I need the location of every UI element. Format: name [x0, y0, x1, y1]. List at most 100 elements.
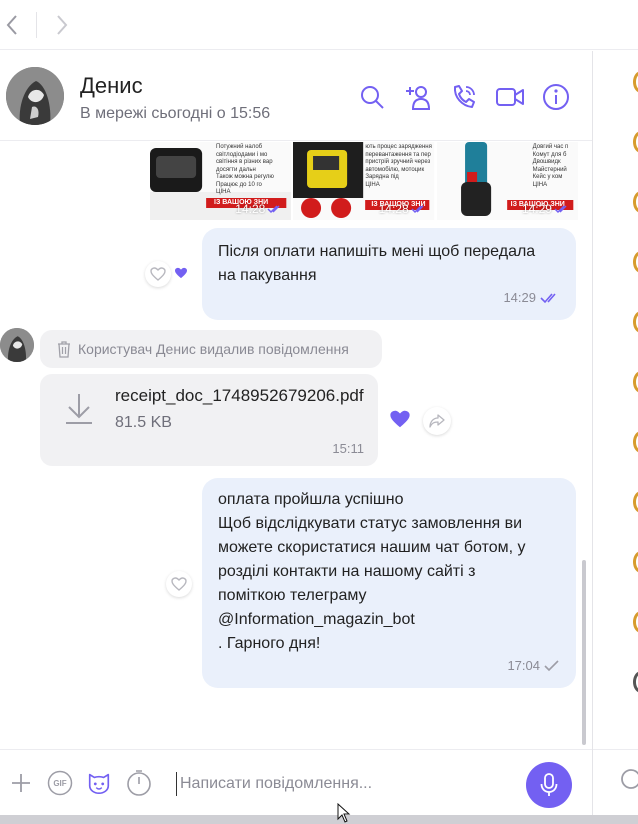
like-button[interactable] — [145, 261, 171, 287]
search-button[interactable] — [356, 81, 388, 113]
image-caption-line: ЦІНА — [532, 181, 548, 188]
conversation-header: Денис В мережі сьогодні о 15:56 — [0, 51, 592, 141]
chat-list-avatar[interactable] — [633, 671, 638, 693]
read-check-icon — [540, 293, 556, 304]
image-time: 14:29 — [522, 202, 570, 216]
back-button[interactable] — [0, 12, 24, 38]
message-text-line: оплата пройшла успішно — [218, 491, 404, 508]
image-time: 14:28 — [235, 202, 283, 216]
message-text-line: Після оплати напишіть мені щоб передала — [218, 243, 536, 260]
message-time-text: 15:11 — [332, 441, 364, 456]
mouse-cursor-icon — [337, 803, 351, 823]
timer-button[interactable] — [126, 770, 152, 796]
deleted-message-notice: Користувач Денис видалив повідомлення — [40, 330, 382, 368]
contact-name[interactable]: Денис — [80, 73, 143, 99]
chat-list-panel — [592, 51, 638, 815]
message-text-line: поміткою телеграму — [218, 587, 367, 604]
video-call-icon — [496, 88, 524, 106]
sender-avatar[interactable] — [0, 328, 34, 362]
chat-list-avatar[interactable] — [633, 71, 638, 93]
message-input[interactable] — [176, 772, 516, 796]
chat-list-avatar[interactable] — [633, 431, 638, 453]
image-time-text: 14:28 — [235, 202, 266, 216]
download-button[interactable] — [64, 392, 94, 431]
top-navigation — [0, 0, 638, 50]
chat-scrollbar[interactable] — [582, 560, 586, 745]
add-participant-icon — [406, 86, 431, 110]
heart-icon — [150, 267, 166, 281]
forward-icon — [57, 15, 68, 35]
voice-message-button[interactable] — [526, 762, 572, 808]
image-time-text: 14:29 — [521, 202, 552, 216]
read-check-icon — [554, 205, 567, 214]
message-composer: GIF — [0, 749, 592, 815]
chat-list-avatar[interactable] — [633, 551, 638, 573]
reaction-indicator[interactable] — [387, 406, 413, 432]
message-time: 15:11 — [332, 441, 364, 456]
nav-separator — [36, 12, 37, 38]
video-call-button[interactable] — [494, 81, 526, 113]
share-button[interactable] — [423, 407, 451, 435]
image-caption-line: Майстерний — [532, 166, 567, 173]
heart-icon — [175, 267, 187, 279]
message-text-line: . Гарного дня! — [218, 635, 321, 652]
message-list[interactable]: Потужний налоб світлодіодами і мо світін… — [0, 142, 592, 748]
chat-list-search-button[interactable] — [619, 767, 638, 796]
chat-list-avatar[interactable] — [633, 311, 638, 333]
info-button[interactable] — [540, 81, 572, 113]
attach-button[interactable] — [8, 770, 34, 796]
sticker-button[interactable] — [86, 770, 112, 796]
avatar-image — [6, 67, 64, 125]
file-name[interactable]: receipt_doc_1748952679206.pdf — [115, 386, 364, 406]
chat-list-avatar[interactable] — [633, 131, 638, 153]
contact-status: В мережі сьогодні о 15:56 — [80, 105, 271, 122]
file-message[interactable]: receipt_doc_1748952679206.pdf 81.5 KB 15… — [40, 374, 378, 466]
file-size: 81.5 KB — [115, 414, 172, 431]
image-caption-line: Зарядна під — [365, 174, 399, 180]
image-time-text: 14:28 — [378, 202, 409, 216]
image-caption-line: Також можна регулю — [216, 174, 274, 180]
message-text-line: розділі контакти на нашому сайті з — [218, 563, 476, 580]
header-actions — [356, 81, 572, 113]
read-check-icon — [267, 205, 280, 214]
image-caption-line: Довгий час п — [532, 144, 569, 150]
info-icon — [543, 84, 569, 110]
chat-list-avatar[interactable] — [633, 371, 638, 393]
chat-list-avatar[interactable] — [633, 251, 638, 273]
reaction-indicator[interactable] — [174, 266, 188, 284]
message-text-line: можете скористатися нашим чат ботом, у — [218, 539, 526, 556]
outgoing-message[interactable]: оплата пройшла успішно Щоб відслідкувати… — [202, 478, 576, 688]
message-time: 17:04 — [507, 654, 560, 678]
chat-list-avatar[interactable] — [633, 611, 638, 633]
contact-avatar[interactable] — [6, 67, 64, 125]
image-time: 14:28 — [379, 202, 427, 216]
search-icon — [361, 86, 384, 109]
panel-divider — [593, 749, 638, 750]
trash-icon — [58, 341, 70, 358]
call-icon — [453, 85, 475, 108]
forward-button[interactable] — [50, 12, 74, 38]
gif-button[interactable]: GIF — [47, 770, 73, 796]
image-caption-line: Комут для б — [532, 151, 567, 158]
like-button[interactable] — [166, 571, 192, 597]
image-message-strip: Потужний налоб світлодіодами і мо світін… — [150, 142, 578, 220]
microphone-icon — [540, 773, 558, 796]
image-caption-line: перевантаження та пер — [365, 151, 431, 158]
outgoing-message[interactable]: Після оплати напишіть мені щоб передала … — [202, 228, 576, 320]
plus-icon — [12, 774, 30, 792]
image-caption-line: світіння в різних вар — [216, 159, 273, 165]
image-message[interactable]: ють процес зарядження перевантаження та … — [293, 142, 435, 220]
image-message[interactable]: Довгий час п Комут для б Двошвидк Майсте… — [436, 142, 578, 220]
add-participant-button[interactable] — [402, 81, 434, 113]
chat-list-avatar[interactable] — [633, 491, 638, 513]
message-text-line[interactable]: @Information_magazin_bot — [218, 608, 560, 632]
window-bottom-edge — [0, 815, 638, 824]
image-caption-line: Кейс у ком — [532, 174, 563, 180]
heart-icon — [171, 577, 187, 591]
image-caption-line: ЦІНА — [216, 189, 231, 195]
image-message[interactable]: Потужний налоб світлодіодами і мо світін… — [150, 142, 292, 220]
image-caption-line: досягти дальн — [216, 166, 256, 173]
call-button[interactable] — [448, 81, 480, 113]
sticker-icon — [88, 773, 110, 795]
chat-list-avatar[interactable] — [633, 191, 638, 213]
